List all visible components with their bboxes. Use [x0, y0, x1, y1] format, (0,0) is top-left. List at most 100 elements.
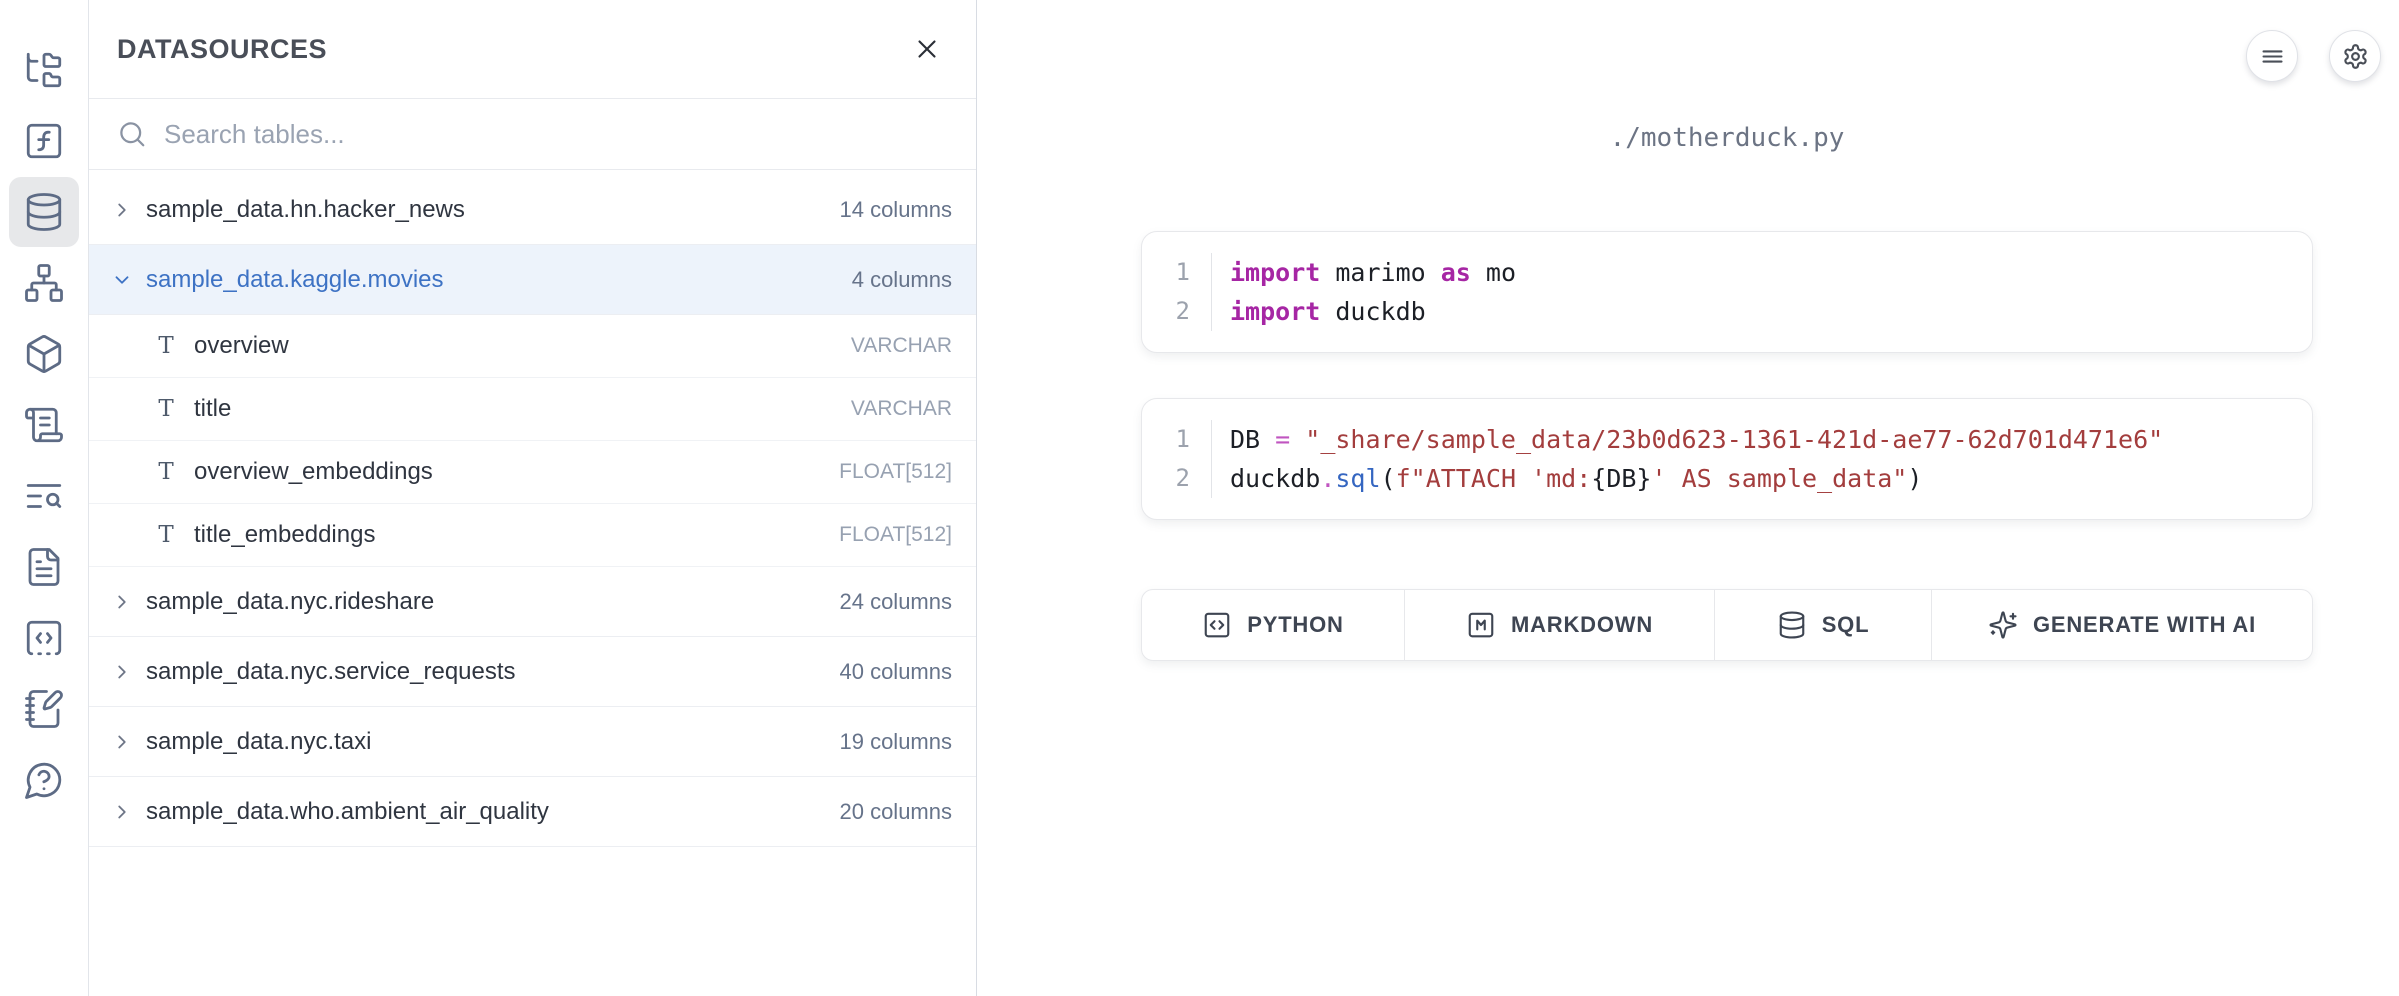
table-row[interactable]: sample_data.who.ambient_air_quality20 co… [89, 777, 976, 847]
sparkles-icon [1988, 610, 2018, 640]
table-row[interactable]: sample_data.nyc.service_requests40 colum… [89, 637, 976, 707]
menu-icon [2259, 43, 2286, 70]
column-row[interactable]: ToverviewVARCHAR [89, 315, 976, 378]
type-icon: T [153, 459, 179, 485]
code-line: 2duckdb.sql(f"ATTACH 'md:{DB}' AS sample… [1142, 459, 2312, 498]
editor-area: ./motherduck.py 1import marimo as mo2imp… [978, 0, 2399, 996]
code-line: 1import marimo as mo [1142, 253, 2312, 292]
rail-item-snippets[interactable] [9, 461, 79, 531]
table-columns-count: 4 columns [852, 267, 952, 293]
line-number: 1 [1142, 253, 1212, 292]
chevron-right-icon [111, 731, 133, 753]
code-text: DB = "_share/sample_data/23b0d623-1361-4… [1212, 420, 2163, 459]
table-row[interactable]: sample_data.hn.hacker_news14 columns [89, 175, 976, 245]
close-panel-button[interactable] [908, 30, 946, 68]
table-name: sample_data.nyc.service_requests [146, 658, 839, 686]
rail-item-packages[interactable] [9, 319, 79, 389]
table-columns-count: 19 columns [839, 729, 952, 755]
code-line: 2import duckdb [1142, 292, 2312, 331]
table-columns-count: 20 columns [839, 799, 952, 825]
file-text-icon [23, 546, 65, 588]
add-cell-python-button[interactable]: PYTHON [1142, 590, 1405, 660]
rail-item-documentation[interactable] [9, 532, 79, 602]
column-row[interactable]: TtitleVARCHAR [89, 378, 976, 441]
table-row[interactable]: sample_data.kaggle.movies4 columns [89, 245, 976, 315]
rail-item-datasources[interactable] [9, 177, 79, 247]
function-square-icon [23, 120, 65, 162]
code-cell[interactable]: 1DB = "_share/sample_data/23b0d623-1361-… [1141, 398, 2313, 520]
text-search-icon [23, 475, 65, 517]
chevron-down-icon [111, 269, 133, 291]
column-type: FLOAT[512] [839, 460, 952, 484]
scroll-text-icon [23, 404, 65, 446]
add-cell-generate-with-ai-button[interactable]: GENERATE WITH AI [1932, 590, 2312, 660]
settings-button[interactable] [2329, 30, 2381, 82]
notebook-filename: ./motherduck.py [1141, 123, 2313, 153]
code-line: 1DB = "_share/sample_data/23b0d623-1361-… [1142, 420, 2312, 459]
search-input[interactable] [164, 119, 948, 150]
code-text: import marimo as mo [1212, 253, 1516, 292]
chat-question-icon [23, 759, 65, 801]
chevron-right-icon [111, 661, 133, 683]
notebook-pen-icon [23, 688, 65, 730]
rail-item-variables[interactable] [9, 106, 79, 176]
column-name: overview_embeddings [194, 458, 839, 486]
code-square-icon [1202, 610, 1232, 640]
add-cell-sql-button[interactable]: SQL [1715, 590, 1932, 660]
add-cell-bar: PYTHON MARKDOWN SQL GENERATE WITH AI [1141, 589, 2313, 661]
add-cell-button-label: PYTHON [1247, 612, 1343, 638]
add-cell-button-label: MARKDOWN [1511, 612, 1653, 638]
add-cell-markdown-button[interactable]: MARKDOWN [1405, 590, 1715, 660]
database-icon [23, 191, 65, 233]
panel-title: DATASOURCES [117, 34, 327, 65]
code-text: duckdb.sql(f"ATTACH 'md:{DB}' AS sample_… [1212, 459, 1922, 498]
column-type: VARCHAR [851, 334, 952, 358]
gear-icon [2342, 43, 2369, 70]
table-row[interactable]: sample_data.nyc.taxi19 columns [89, 707, 976, 777]
table-name: sample_data.nyc.rideshare [146, 588, 839, 616]
add-cell-button-label: GENERATE WITH AI [2033, 612, 2256, 638]
column-row[interactable]: Toverview_embeddingsFLOAT[512] [89, 441, 976, 504]
column-type: FLOAT[512] [839, 523, 952, 547]
header-actions [2246, 30, 2381, 82]
table-columns-count: 40 columns [839, 659, 952, 685]
markdown-square-icon [1466, 610, 1496, 640]
chevron-right-icon [111, 591, 133, 613]
search-bar [89, 99, 976, 170]
line-number: 1 [1142, 420, 1212, 459]
panel-header: DATASOURCES [89, 0, 976, 99]
folder-tree-icon [23, 49, 65, 91]
box-icon [23, 333, 65, 375]
table-name: sample_data.hn.hacker_news [146, 196, 839, 224]
datasources-panel: DATASOURCES sample_data.hn.hacker_news14… [89, 0, 977, 996]
activity-bar [0, 0, 89, 996]
rail-item-help[interactable] [9, 745, 79, 815]
chevron-right-icon [111, 801, 133, 823]
code-text: import duckdb [1212, 292, 1426, 331]
search-icon [117, 119, 147, 149]
table-row[interactable]: sample_data.nyc.rideshare24 columns [89, 567, 976, 637]
close-icon [912, 34, 942, 64]
code-cell[interactable]: 1import marimo as mo2import duckdb [1141, 231, 2313, 353]
rail-item-logs[interactable] [9, 390, 79, 460]
line-number: 2 [1142, 459, 1212, 498]
tables-list: sample_data.hn.hacker_news14 columnssamp… [89, 170, 976, 847]
column-name: overview [194, 332, 851, 360]
rail-item-dependencies[interactable] [9, 248, 79, 318]
table-name: sample_data.kaggle.movies [146, 266, 852, 294]
table-name: sample_data.who.ambient_air_quality [146, 798, 839, 826]
database-icon [1777, 610, 1807, 640]
menu-button[interactable] [2246, 30, 2298, 82]
type-icon: T [153, 396, 179, 422]
rail-item-scratchpad[interactable] [9, 603, 79, 673]
rail-item-notebook-pen[interactable] [9, 674, 79, 744]
add-cell-button-label: SQL [1822, 612, 1870, 638]
table-columns-count: 24 columns [839, 589, 952, 615]
column-type: VARCHAR [851, 397, 952, 421]
rail-item-file-explorer[interactable] [9, 35, 79, 105]
chevron-right-icon [111, 199, 133, 221]
column-row[interactable]: Ttitle_embeddingsFLOAT[512] [89, 504, 976, 567]
network-icon [23, 262, 65, 304]
column-name: title [194, 395, 851, 423]
type-icon: T [153, 333, 179, 359]
